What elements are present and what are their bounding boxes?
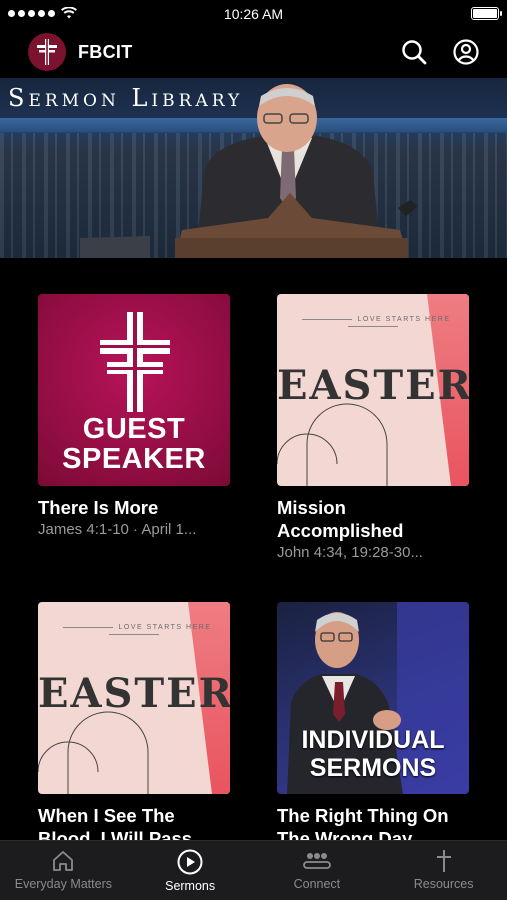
cross-icon: [436, 850, 451, 872]
sermon-card[interactable]: LOVE STARTS HERE EASTER Mission Accompli…: [277, 294, 469, 561]
signal-strength-icon: [8, 9, 55, 17]
art-line-2: SPEAKER: [62, 443, 206, 475]
play-icon: [177, 849, 203, 875]
app-title: FBCIT: [78, 41, 133, 62]
sermon-subtitle: James 4:1-10 · April 1...: [38, 521, 197, 538]
status-bar: 10:26 AM: [0, 0, 507, 28]
sermon-subtitle: John 4:34, 19:28-30...: [277, 544, 423, 561]
home-icon: [53, 851, 74, 871]
tab-everyday-matters[interactable]: Everyday Matters: [0, 841, 127, 900]
arch-decoration: [38, 711, 149, 794]
sermon-card[interactable]: INDIVIDUAL SERMONS The Right Thing On Th…: [277, 602, 469, 850]
preacher-image: [80, 84, 418, 258]
app-header: FBCIT: [0, 30, 507, 74]
sermon-library-hero: Sermon Library: [0, 78, 507, 258]
tab-label: Sermons: [165, 879, 216, 893]
clock: 10:26 AM: [223, 6, 284, 22]
tab-label: Resources: [413, 877, 474, 891]
arch-decoration: [277, 403, 388, 486]
people-icon: [302, 853, 331, 869]
tab-connect[interactable]: Connect: [254, 841, 381, 900]
sermon-thumbnail[interactable]: INDIVIDUAL SERMONS: [277, 602, 469, 794]
sermon-title[interactable]: There Is More: [38, 496, 230, 519]
sermon-card[interactable]: GUEST SPEAKER There Is More James 4:1-10…: [38, 294, 230, 538]
sermon-thumbnail[interactable]: LOVE STARTS HERE EASTER: [277, 294, 469, 486]
profile-icon[interactable]: [453, 39, 479, 65]
tab-resources[interactable]: Resources: [380, 841, 507, 900]
search-icon[interactable]: [401, 39, 427, 65]
tab-bar: Everyday Matters Sermons Connect Resourc…: [0, 840, 507, 900]
battery-icon: [471, 7, 502, 20]
art-line-1: GUEST: [82, 413, 186, 445]
art-line-1: INDIVIDUAL: [301, 726, 445, 754]
signal-wifi-group: [8, 7, 77, 19]
church-logo-icon[interactable]: [28, 33, 66, 71]
tab-label: Connect: [293, 877, 341, 891]
sermon-title[interactable]: Mission Accomplished: [277, 496, 469, 542]
sermon-thumbnail[interactable]: GUEST SPEAKER: [38, 294, 230, 486]
art-line-2: SERMONS: [309, 754, 437, 782]
sermon-card[interactable]: LOVE STARTS HERE EASTER When I See The B…: [38, 602, 230, 850]
sermon-thumbnail[interactable]: LOVE STARTS HERE EASTER: [38, 602, 230, 794]
tab-sermons[interactable]: Sermons: [127, 841, 254, 900]
tab-label: Everyday Matters: [14, 877, 112, 891]
wifi-icon: [61, 7, 77, 19]
cross-logo-icon: [100, 312, 170, 412]
